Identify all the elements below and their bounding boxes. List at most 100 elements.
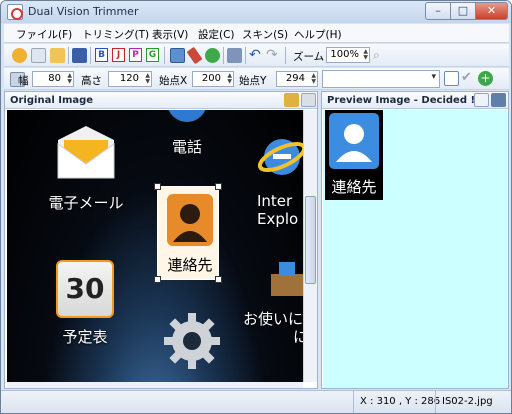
redo-icon[interactable]: ↷ <box>266 48 281 63</box>
start-x-value: 200 <box>201 73 221 84</box>
preview-pane-title: Preview Image - Decided ! <box>327 95 476 106</box>
width-label: 幅 <box>18 75 29 87</box>
close-icon: ✕ <box>486 4 497 17</box>
preview-tile: 連絡先 <box>325 110 383 200</box>
app-email: 電子メール <box>31 124 141 213</box>
window-icon[interactable] <box>227 48 242 63</box>
trim-toolbar: 幅 80 ▲ ▼ 高さ 120 ▲ ▼ 始点X 200 ▲ ▼ 始点Y 294 ▲ ▼ … <box>4 68 509 90</box>
format-jpg-button[interactable]: J <box>112 48 125 62</box>
format-bmp-button[interactable]: B <box>95 48 108 62</box>
zoom-value: 100% <box>330 49 359 60</box>
zoom-search-icon[interactable]: ⌕ <box>373 48 388 63</box>
app-window: Dual Vision Trimmer – □ ✕ ファイル(F) トリミング(… <box>0 0 512 414</box>
menu-file[interactable]: ファイル(F) <box>16 27 72 42</box>
eye-icon[interactable] <box>474 93 489 107</box>
title-bar: Dual Vision Trimmer – □ ✕ <box>1 1 511 23</box>
select-area-icon[interactable] <box>170 48 185 63</box>
start-y-value: 294 <box>285 73 305 84</box>
resize-handle[interactable] <box>154 183 161 190</box>
start-y-input[interactable]: 294 ▲ ▼ <box>276 71 318 87</box>
box-icon <box>271 262 303 296</box>
folder-icon[interactable] <box>50 48 65 63</box>
app-phone: 電話 <box>147 110 227 157</box>
minimize-button[interactable]: – <box>425 2 451 20</box>
height-input[interactable]: 120 ▲ ▼ <box>108 71 152 87</box>
phone-label: 電話 <box>171 138 202 156</box>
toolbar-separator <box>245 47 246 64</box>
pen-icon[interactable] <box>186 46 203 65</box>
height-spinner[interactable]: ▲ ▼ <box>143 73 150 85</box>
width-spinner[interactable]: ▲ ▼ <box>65 73 72 85</box>
vertical-scrollbar[interactable] <box>303 110 317 382</box>
close-button[interactable]: ✕ <box>475 2 508 20</box>
original-image-pane: Original Image 電子メール 電話 連絡先 Inter Explo … <box>4 91 318 389</box>
original-pane-title: Original Image <box>10 95 94 106</box>
zoom-fit-icon[interactable] <box>284 93 299 107</box>
pane-options-icon[interactable] <box>301 93 316 107</box>
undo-icon[interactable]: ↶ <box>249 48 264 63</box>
start-x-spinner[interactable]: ▲ ▼ <box>225 73 232 85</box>
resize-handle[interactable] <box>154 276 161 283</box>
resize-handle[interactable] <box>215 183 222 190</box>
menu-settings[interactable]: 設定(C) <box>198 27 235 42</box>
app-contacts: 連絡先 <box>154 183 223 283</box>
start-x-label: 始点X <box>159 75 188 87</box>
toolbar-separator <box>90 47 91 64</box>
add-icon[interactable]: + <box>478 71 493 86</box>
resize-handle[interactable] <box>215 276 222 283</box>
status-bar: X : 310 , Y : 286 IS02-2.jpg <box>1 390 511 413</box>
horizontal-scrollbar[interactable] <box>7 382 303 388</box>
gear-icon <box>164 313 220 369</box>
app-useful: お使いに に <box>243 260 303 346</box>
ie-label-line1: Inter <box>257 192 293 210</box>
main-toolbar: B J P G ↶ ↷ ズーム 100% ▲ ▼ ⌕ <box>4 44 509 67</box>
preview-image-pane: Preview Image - Decided ! 連絡先 <box>321 91 509 389</box>
check-icon[interactable]: ✔ <box>461 71 476 86</box>
status-filename: IS02-2.jpg <box>435 391 511 413</box>
app-icon <box>7 4 23 20</box>
toolbar-separator <box>164 47 165 64</box>
menu-view[interactable]: 表示(V) <box>152 27 188 42</box>
email-label: 電子メール <box>48 194 124 212</box>
phone-icon <box>168 110 206 122</box>
save-icon[interactable] <box>72 48 87 63</box>
fit-icon[interactable] <box>205 48 220 63</box>
width-input[interactable]: 80 ▲ ▼ <box>32 71 74 87</box>
zoom-spinner[interactable]: ▲ ▼ <box>361 49 368 61</box>
menu-skin[interactable]: スキン(S) <box>242 27 288 42</box>
useful-label-line1: お使いに <box>243 310 303 328</box>
format-gif-button[interactable]: G <box>146 48 159 62</box>
new-page-icon[interactable] <box>444 71 459 86</box>
maximize-button[interactable]: □ <box>450 2 476 20</box>
toolbar-separator <box>68 47 69 64</box>
app-settings <box>157 310 227 376</box>
format-png-button[interactable]: P <box>129 48 142 62</box>
useful-label-line2: に <box>243 328 303 346</box>
monitor-icon[interactable] <box>491 93 506 107</box>
toolbar-separator <box>285 47 286 64</box>
toolbar-separator <box>223 47 224 64</box>
scrollbar-thumb[interactable] <box>305 196 316 284</box>
start-x-input[interactable]: 200 ▲ ▼ <box>192 71 234 87</box>
preset-combo[interactable]: ▾ <box>322 70 440 88</box>
contacts-label: 連絡先 <box>167 256 213 274</box>
contact-person-icon <box>329 113 379 169</box>
height-value: 120 <box>119 73 139 84</box>
zoom-input[interactable]: 100% ▲ ▼ <box>326 47 370 63</box>
app-internet-explorer: Inter Explo <box>257 132 303 228</box>
menu-help[interactable]: ヘルプ(H) <box>294 27 342 42</box>
chevron-down-icon: ▾ <box>431 72 436 82</box>
start-y-spinner[interactable]: ▲ ▼ <box>309 73 316 85</box>
open-icon[interactable] <box>12 48 27 63</box>
original-image-canvas[interactable]: 電子メール 電話 連絡先 Inter Explo 30 予定表 お使いに <box>7 110 303 382</box>
zoom-label: ズーム <box>293 51 325 63</box>
menu-trimming[interactable]: トリミング(T) <box>82 27 149 42</box>
minimize-icon: – <box>435 4 441 17</box>
preview-pane-header: Preview Image - Decided ! <box>322 92 508 109</box>
calendar-day: 30 <box>65 272 105 305</box>
status-coords: X : 310 , Y : 286 <box>353 391 440 413</box>
app-calendar: 30 予定表 <box>35 260 135 347</box>
calendar-label: 予定表 <box>62 328 108 346</box>
menu-bar: ファイル(F) トリミング(T) 表示(V) 設定(C) スキン(S) ヘルプ(… <box>4 24 509 43</box>
copy-icon[interactable] <box>31 48 46 63</box>
